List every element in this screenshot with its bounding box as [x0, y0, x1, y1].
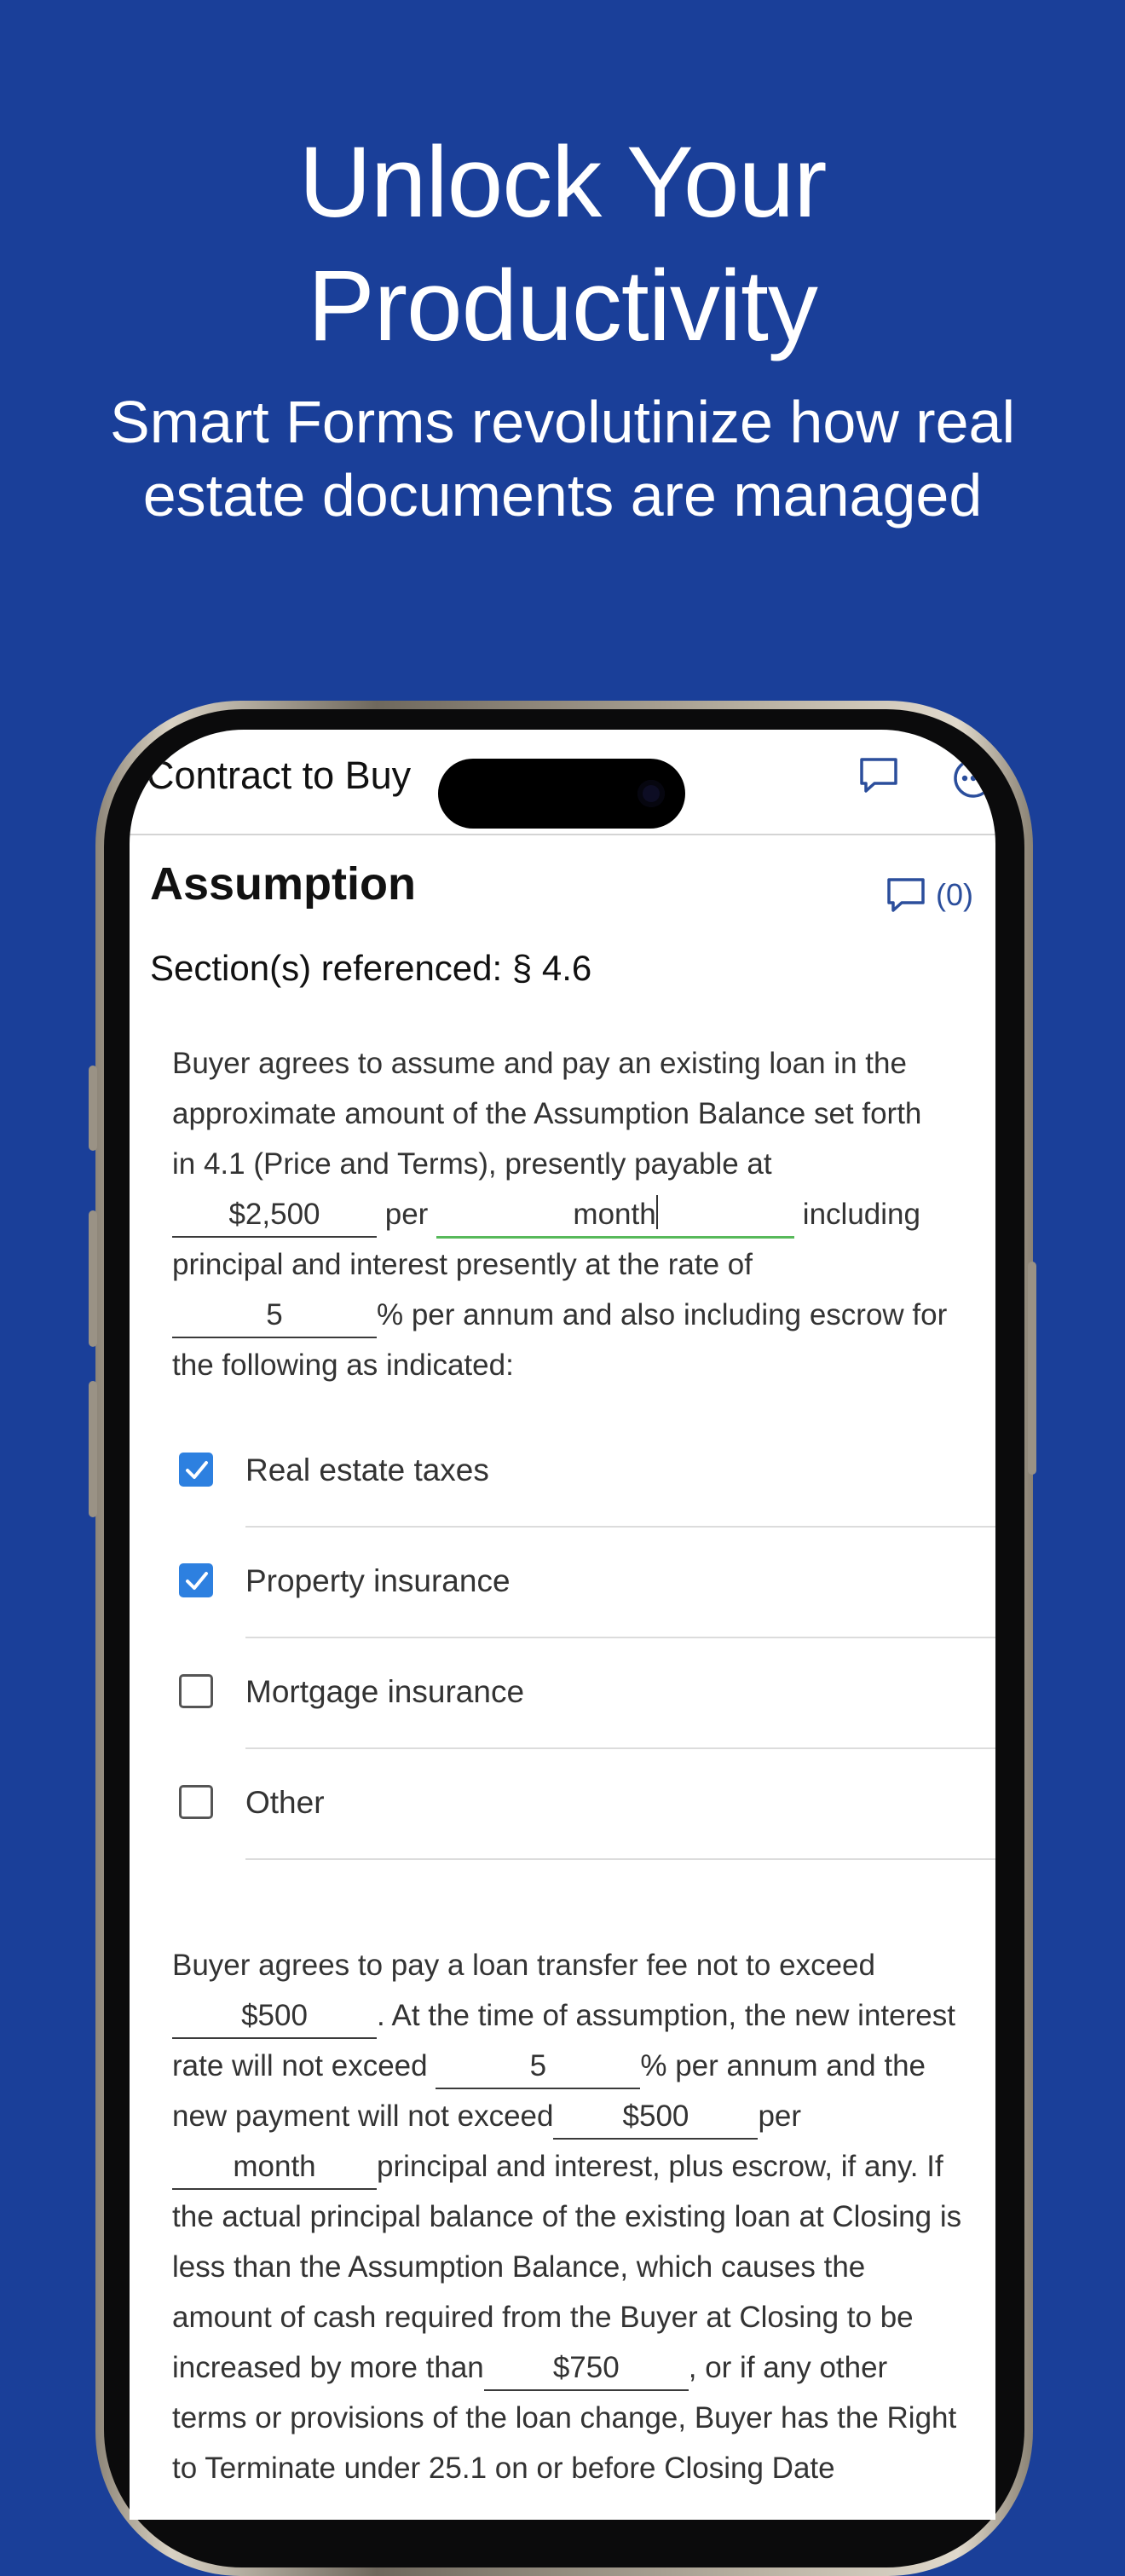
including-text: including: [802, 1198, 920, 1231]
dynamic-island: [438, 759, 685, 829]
new-payment-field[interactable]: $500: [553, 2095, 759, 2140]
per-text: per: [758, 2099, 802, 2133]
power-button: [1028, 1262, 1036, 1475]
phone-screen: Contract to Buy Assumption (0) Section(s…: [130, 730, 995, 2520]
transfer-fee-field[interactable]: $500: [172, 1995, 377, 2039]
payment-prefix-text: new payment will not exceed: [172, 2099, 554, 2133]
para1-line: $2,500 per month including: [172, 1189, 995, 1239]
per-text: per: [384, 1198, 429, 1231]
para2-line: less than the Assumption Balance, which …: [172, 2250, 866, 2284]
loan-transfer-paragraph: Buyer agrees to pay a loan transfer fee …: [172, 1940, 995, 2493]
checkbox-unchecked[interactable]: [179, 1674, 213, 1708]
increase-prefix-text: increased by more than: [172, 2351, 484, 2384]
para2-line: increased by more than $750, or if any ot…: [172, 2342, 995, 2393]
increase-suffix-text: , or if any other: [688, 2351, 888, 2384]
checkbox-unchecked[interactable]: [179, 1785, 213, 1819]
para1-line: Buyer agrees to assume and pay an existi…: [172, 1047, 907, 1080]
payment-period-value: month: [573, 1198, 656, 1231]
escrow-item-other[interactable]: Other: [179, 1749, 995, 1860]
checkbox-label: Mortgage insurance: [245, 1674, 525, 1709]
escrow-item-mortgage-insurance[interactable]: Mortgage insurance: [179, 1638, 995, 1749]
volume-up-button: [89, 1210, 97, 1347]
para2-line: to Terminate under 25.1 on or before Clo…: [172, 2452, 835, 2485]
comment-icon[interactable]: [857, 755, 900, 800]
para1-line: principal and interest presently at the …: [172, 1248, 753, 1281]
payment-period-field[interactable]: month: [436, 1193, 795, 1239]
row-divider: [245, 1858, 995, 1860]
para2-line: month principal and interest, plus escrow…: [172, 2141, 995, 2192]
section-heading: Assumption: [150, 858, 417, 910]
sections-referenced: Section(s) referenced: § 4.6: [150, 948, 592, 988]
hero-subtitle: Smart Forms revolutinize how real estate…: [0, 385, 1125, 532]
rate-suffix-text: % per annum and also including escrow fo…: [377, 1298, 948, 1331]
para1-line: 5% per annum and also including escrow f…: [172, 1290, 995, 1340]
hero-subtitle-line2: estate documents are managed: [142, 462, 983, 528]
payment-amount-field[interactable]: $2,500: [172, 1193, 377, 1238]
para2-line: rate will not exceed 5% per annum and th…: [172, 2041, 995, 2091]
para1-line: the following as indicated:: [172, 1349, 514, 1382]
comment-icon: [887, 878, 925, 912]
topbar-divider: [130, 834, 995, 835]
assumption-paragraph: Buyer agrees to assume and pay an existi…: [172, 1038, 995, 1390]
camera-lens: [638, 780, 665, 807]
interest-rate-field[interactable]: 5: [172, 1294, 377, 1338]
para2-line: amount of cash required from the Buyer a…: [172, 2301, 914, 2334]
hero-subtitle-line1: Smart Forms revolutinize how real: [110, 389, 1015, 455]
section-comments-button[interactable]: (0): [885, 875, 973, 915]
new-period-field[interactable]: month: [172, 2146, 377, 2190]
para2-line: terms or provisions of the loan change, …: [172, 2401, 957, 2434]
rate-suffix-text: % per annum and the: [640, 2049, 926, 2082]
checkbox-label: Property insurance: [245, 1563, 511, 1598]
rate-prefix-text: rate will not exceed: [172, 2049, 428, 2082]
volume-down-button: [89, 1381, 97, 1517]
para2-line: Buyer agrees to pay a loan transfer fee …: [172, 1949, 875, 1982]
para1-line: approximate amount of the Assumption Bal…: [172, 1097, 922, 1130]
comment-count: (0): [936, 877, 973, 912]
para2-line: $500. At the time of assumption, the new…: [172, 1990, 995, 2041]
period-suffix-text: principal and interest, plus escrow, if …: [377, 2150, 943, 2183]
hero-title-line1: Unlock Your: [298, 126, 828, 239]
para2-line: the actual principal balance of the exis…: [172, 2200, 962, 2233]
action-button: [89, 1066, 97, 1151]
checkbox-label: Other: [245, 1785, 325, 1820]
increase-amount-field[interactable]: $750: [483, 2347, 689, 2391]
more-options-icon[interactable]: [946, 757, 995, 804]
hero-title: Unlock Your Productivity: [0, 121, 1125, 368]
hero-title-line2: Productivity: [308, 250, 818, 362]
para2-line: new payment will not exceed $500 per: [172, 2091, 995, 2141]
escrow-item-property-insurance[interactable]: Property insurance: [179, 1528, 995, 1638]
new-rate-field[interactable]: 5: [436, 2045, 641, 2089]
text-cursor: [655, 1195, 658, 1229]
checkbox-checked[interactable]: [179, 1453, 213, 1487]
escrow-item-real-estate-taxes[interactable]: Real estate taxes: [179, 1417, 995, 1528]
app-title: Contract to Buy: [147, 754, 412, 797]
fee-suffix-text: . At the time of assumption, the new int…: [377, 1999, 955, 2032]
checkbox-label: Real estate taxes: [245, 1453, 489, 1487]
checkbox-checked[interactable]: [179, 1563, 213, 1597]
para1-line: in 4.1 (Price and Terms), presently paya…: [172, 1147, 772, 1181]
